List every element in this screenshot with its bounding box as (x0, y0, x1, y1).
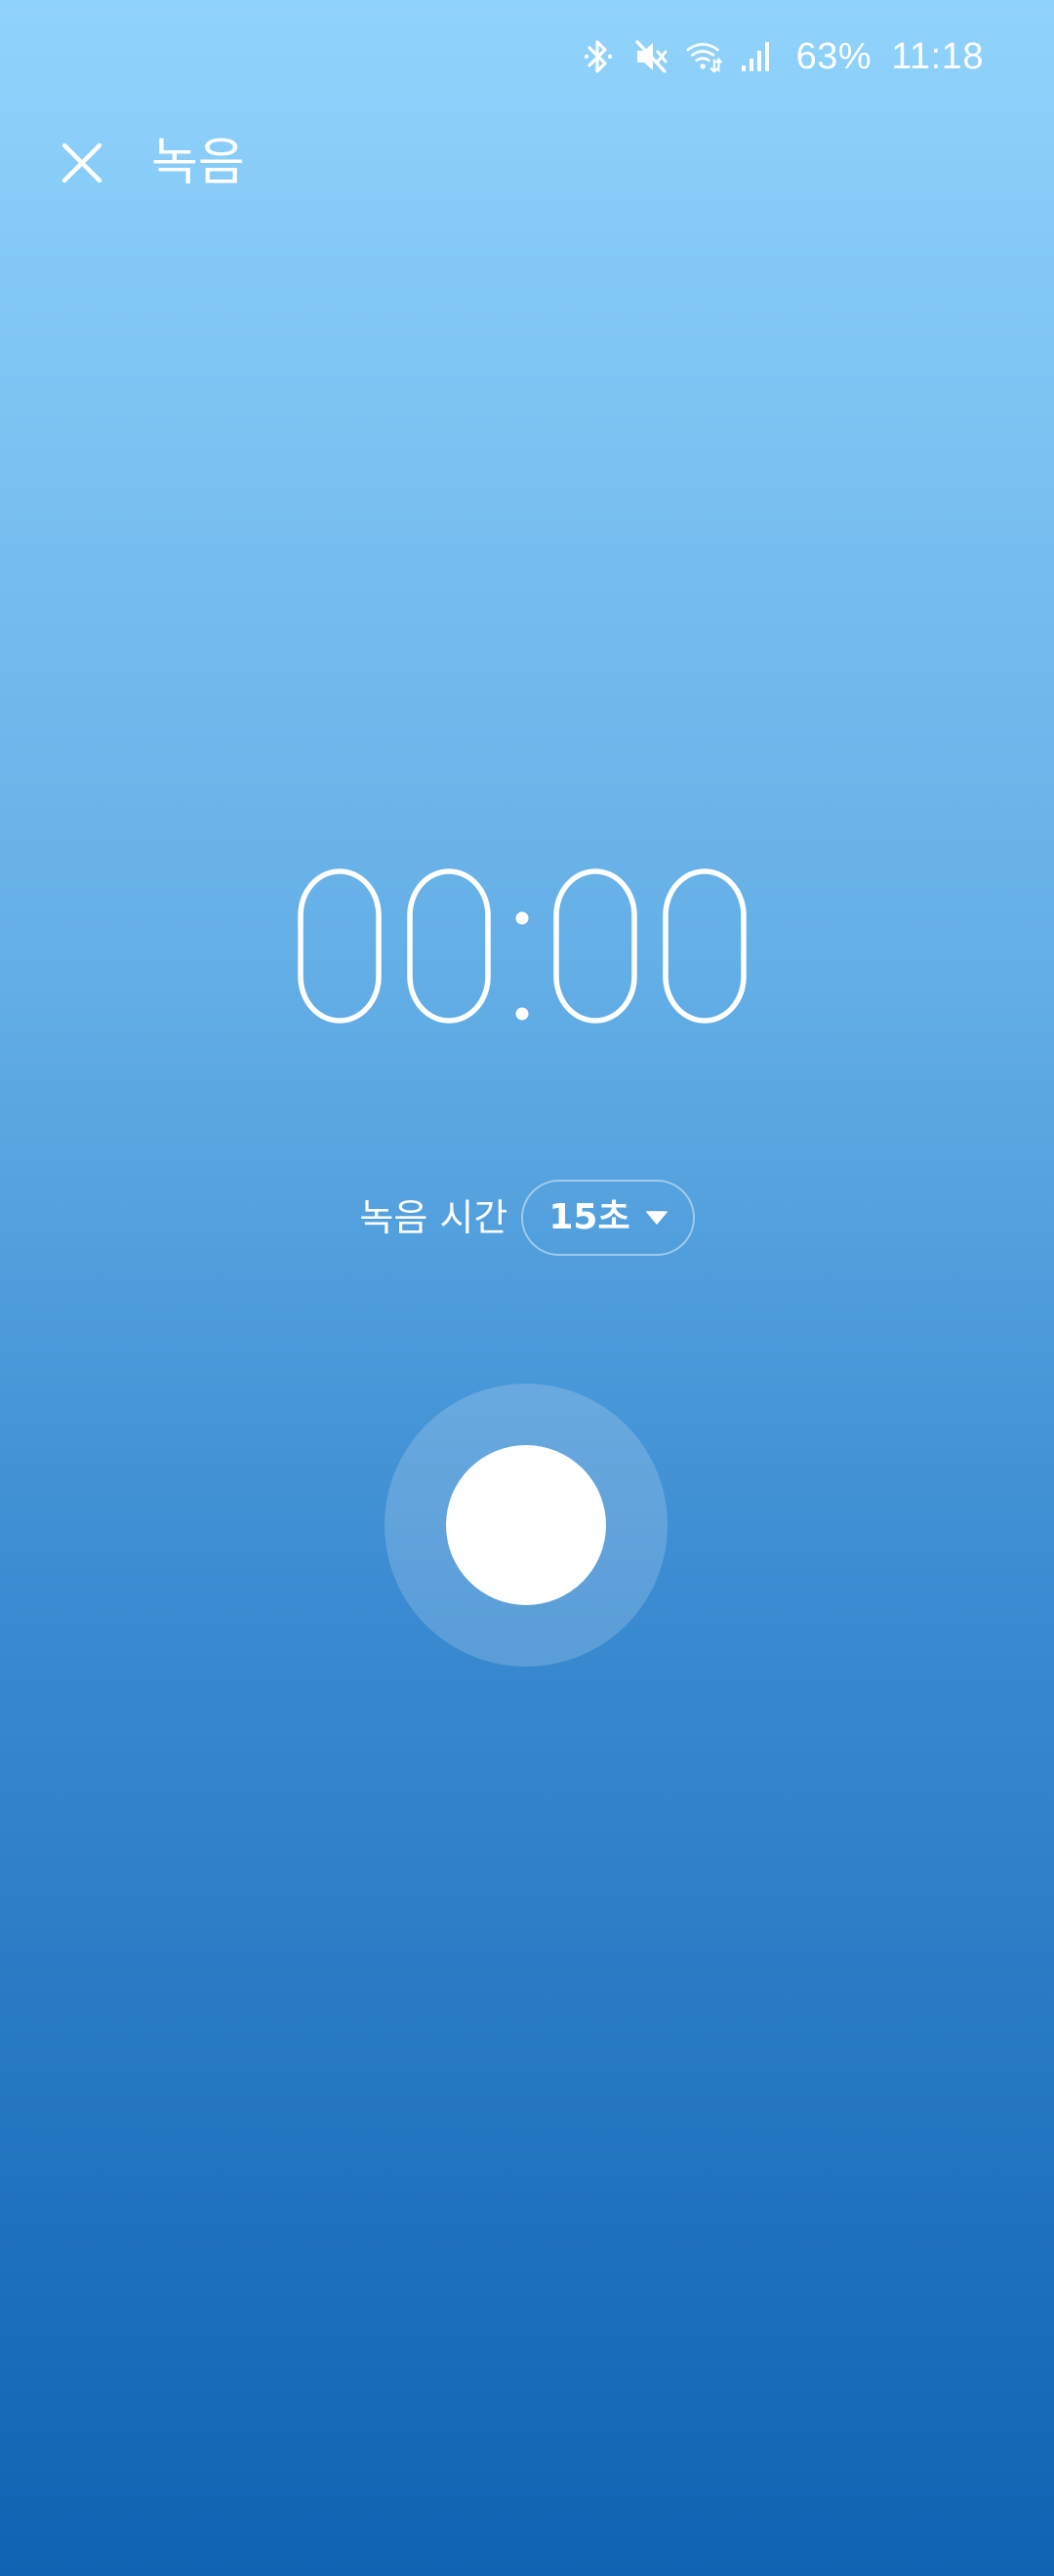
timer-display (0, 834, 1054, 1029)
duration-label: 녹음 시간 (359, 1196, 508, 1239)
page-title: 녹음 (151, 134, 245, 192)
timer-digit (553, 868, 637, 1024)
close-icon (61, 142, 102, 183)
app-bar: 녹음 (0, 122, 1054, 204)
signal-icon (738, 36, 775, 77)
status-bar: 63% 11:18 (580, 29, 984, 84)
duration-row: 녹음 시간 15초 (0, 1179, 1054, 1257)
close-button[interactable] (43, 124, 121, 202)
record-icon (446, 1445, 606, 1605)
timer-digit (663, 868, 747, 1024)
record-button[interactable] (385, 1384, 668, 1667)
timer-colon (515, 911, 529, 1021)
status-time: 11:18 (891, 36, 984, 77)
timer-digit (298, 868, 382, 1024)
timer-digit (407, 868, 491, 1024)
mute-icon (632, 36, 669, 77)
bluetooth-icon (580, 36, 617, 77)
caret-down-icon (645, 1211, 668, 1225)
wifi-icon (685, 36, 722, 77)
battery-percentage: 63% (795, 36, 872, 77)
duration-value: 15초 (548, 1197, 630, 1237)
duration-dropdown[interactable]: 15초 (521, 1180, 695, 1256)
